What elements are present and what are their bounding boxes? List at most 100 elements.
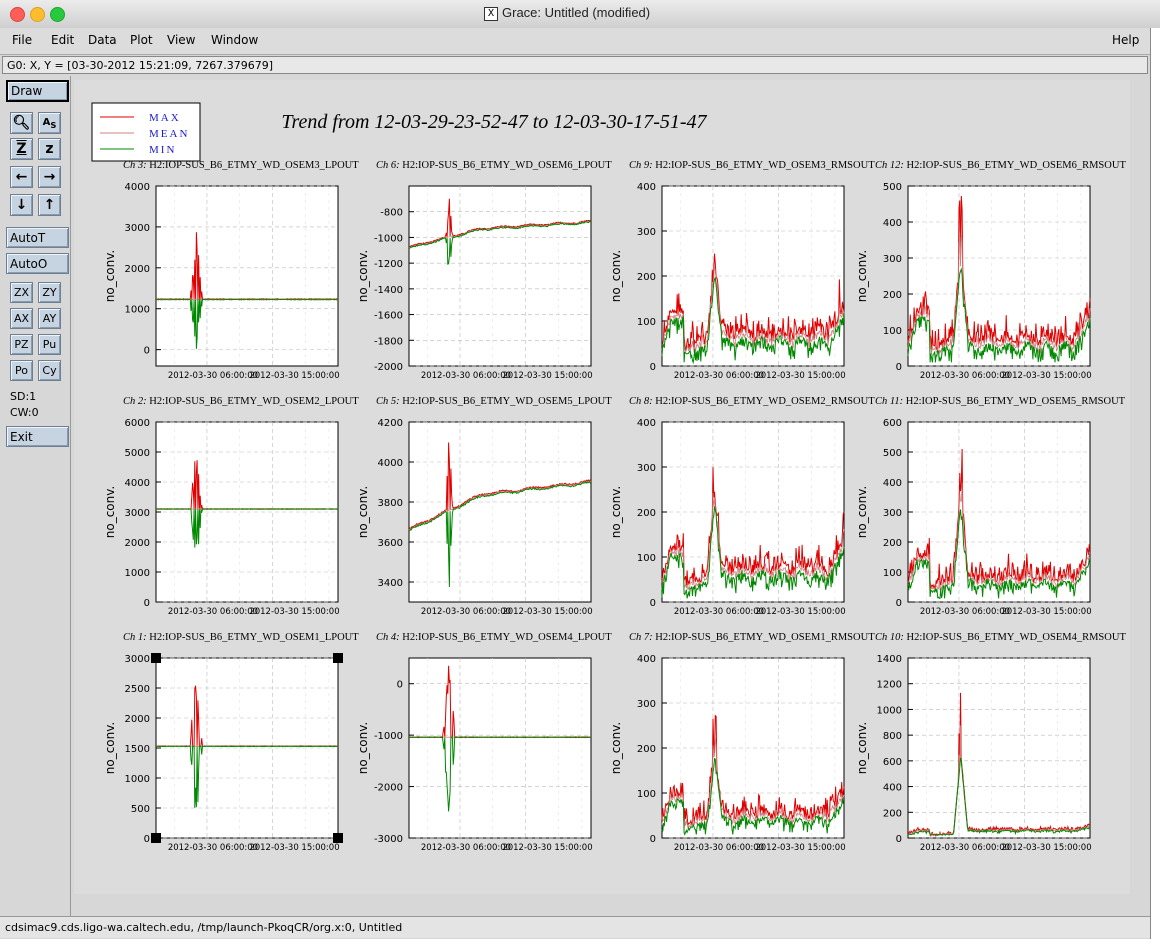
- menu-view[interactable]: View: [167, 33, 195, 47]
- graph-frame: [907, 657, 1091, 839]
- scroll-down-button[interactable]: ↓: [10, 194, 33, 216]
- scroll-up-button[interactable]: ↑: [38, 194, 61, 216]
- x-tick-label: 2012-03-30 15:00:00: [1001, 843, 1091, 853]
- y-tick-label: 200: [883, 290, 902, 301]
- autoscale-icon: AS: [42, 116, 57, 130]
- zy-button[interactable]: ZY: [38, 282, 61, 303]
- y-tick-label: 1000: [125, 305, 150, 316]
- x-tick-label: 2012-03-30 06:00:00: [168, 607, 258, 617]
- y-tick-label: -2000: [374, 783, 403, 794]
- y-tick-label: 2000: [125, 264, 150, 275]
- menu-bar: File Edit Data Plot View Window Help: [0, 28, 1150, 55]
- coordinate-readout: G0: X, Y = [03-30-2012 15:21:09, 7267.37…: [2, 56, 1148, 74]
- menu-edit[interactable]: Edit: [51, 33, 74, 47]
- y-tick-label: 800: [883, 731, 902, 742]
- left-arrow-icon: ←: [15, 169, 28, 185]
- y-axis-label: no_conv.: [609, 722, 623, 774]
- y-tick-label: 0: [650, 362, 656, 373]
- menu-plot[interactable]: Plot: [130, 33, 153, 47]
- y-tick-label: 200: [883, 808, 902, 819]
- y-tick-label: 4000: [125, 478, 150, 489]
- selection-handle[interactable]: [151, 653, 161, 663]
- y-tick-label: 5000: [125, 448, 150, 459]
- y-tick-label: 1400: [877, 654, 902, 665]
- y-tick-label: 3400: [378, 578, 403, 589]
- pz-button[interactable]: PZ: [10, 334, 33, 355]
- scroll-left-button[interactable]: ←: [10, 166, 33, 188]
- y-tick-label: 200: [637, 272, 656, 283]
- graph-title: Ch 3: H2:IOP-SUS_B6_ETMY_WD_OSEM3_LPOUT: [123, 160, 359, 171]
- zoom-button[interactable]: 🔍︎: [10, 112, 33, 134]
- y-tick-label: 1000: [125, 774, 150, 785]
- menu-help[interactable]: Help: [1112, 33, 1139, 47]
- plot-canvas[interactable]: MAX MEAN MIN Trend from 12-03-29-23-52-47 …: [74, 80, 1130, 894]
- graph-title: Ch 10: H2:IOP-SUS_B6_ETMY_WD_OSEM4_RMSOU…: [875, 632, 1126, 643]
- x-tick-label: 2012-03-30 06:00:00: [168, 371, 258, 381]
- po-button[interactable]: Po: [10, 360, 33, 381]
- y-tick-label: 600: [883, 418, 902, 429]
- x-tick-label: 2012-03-30 06:00:00: [920, 843, 1010, 853]
- y-tick-label: 3800: [378, 498, 403, 509]
- zoom-window-icon[interactable]: [50, 7, 65, 22]
- autoscale-button[interactable]: AS: [38, 112, 61, 134]
- plot-svg: MAX MEAN MIN Trend from 12-03-29-23-52-47 …: [91, 102, 1126, 853]
- ay-button[interactable]: AY: [38, 308, 61, 329]
- zoom-z-button[interactable]: Z: [10, 138, 33, 160]
- y-axis-label: no_conv.: [855, 722, 869, 774]
- cy-button[interactable]: Cy: [38, 360, 61, 381]
- y-tick-label: 1500: [125, 744, 150, 755]
- title-bar: X Grace: Untitled (modified): [0, 0, 1160, 29]
- x-tick-label: 2012-03-30 06:00:00: [168, 843, 258, 853]
- graph-4[interactable]: Ch 12: H2:IOP-SUS_B6_ETMY_WD_OSEM6_RMSOU…: [855, 160, 1126, 381]
- x-tick-label: 2012-03-30 06:00:00: [674, 371, 764, 381]
- selection-handle[interactable]: [333, 653, 343, 663]
- minimize-window-icon[interactable]: [30, 7, 45, 22]
- graph-11[interactable]: Ch 7: H2:IOP-SUS_B6_ETMY_WD_OSEM1_RMSOUT…: [609, 632, 875, 853]
- selection-handle[interactable]: [333, 833, 343, 843]
- y-tick-label: 100: [883, 326, 902, 337]
- y-tick-label: -1600: [374, 311, 403, 322]
- sd-label: SD:1: [10, 390, 37, 403]
- scroll-right-button[interactable]: →: [38, 166, 61, 188]
- graph-8[interactable]: Ch 11: H2:IOP-SUS_B6_ETMY_WD_OSEM5_RMSOU…: [855, 396, 1126, 617]
- exit-button[interactable]: Exit: [6, 426, 69, 447]
- zoom-out-z-button[interactable]: z: [38, 138, 61, 160]
- close-window-icon[interactable]: [10, 7, 25, 22]
- x-tick-label: 2012-03-30 06:00:00: [674, 843, 764, 853]
- legend-label-max: MAX: [149, 112, 181, 124]
- graph-5[interactable]: Ch 2: H2:IOP-SUS_B6_ETMY_WD_OSEM2_LPOUT 0…: [103, 396, 359, 617]
- status-bar: cdsimac9.cds.ligo-wa.caltech.edu, /tmp/l…: [0, 916, 1150, 938]
- y-axis-label: no_conv.: [103, 486, 117, 538]
- graph-2[interactable]: Ch 6: H2:IOP-SUS_B6_ETMY_WD_OSEM6_LPOUT -…: [356, 160, 612, 381]
- graph-3[interactable]: Ch 9: H2:IOP-SUS_B6_ETMY_WD_OSEM3_RMSOUT…: [609, 160, 875, 381]
- y-tick-label: 6000: [125, 418, 150, 429]
- y-axis-label: no_conv.: [356, 486, 370, 538]
- graph-frame: [408, 657, 592, 839]
- selection-handle[interactable]: [151, 833, 161, 843]
- autot-button[interactable]: AutoT: [6, 227, 69, 248]
- y-tick-label: 4200: [378, 418, 403, 429]
- x-tick-label: 2012-03-30 15:00:00: [502, 371, 592, 381]
- menu-data[interactable]: Data: [88, 33, 117, 47]
- y-tick-label: 0: [896, 362, 902, 373]
- y-tick-label: 100: [637, 317, 656, 328]
- graph-7[interactable]: Ch 8: H2:IOP-SUS_B6_ETMY_WD_OSEM2_RMSOUT…: [609, 396, 875, 617]
- zx-button[interactable]: ZX: [10, 282, 33, 303]
- y-tick-label: -1000: [374, 233, 403, 244]
- menu-window[interactable]: Window: [211, 33, 258, 47]
- ax-button[interactable]: AX: [10, 308, 33, 329]
- draw-button[interactable]: Draw: [6, 80, 69, 102]
- graph-10[interactable]: Ch 4: H2:IOP-SUS_B6_ETMY_WD_OSEM4_LPOUT -…: [356, 632, 612, 853]
- x-tick-label: 2012-03-30 15:00:00: [755, 607, 845, 617]
- y-axis-label: no_conv.: [356, 722, 370, 774]
- menu-file[interactable]: File: [12, 33, 32, 47]
- y-axis-label: no_conv.: [609, 486, 623, 538]
- graph-12[interactable]: Ch 10: H2:IOP-SUS_B6_ETMY_WD_OSEM4_RMSOU…: [855, 632, 1126, 853]
- graph-6[interactable]: Ch 5: H2:IOP-SUS_B6_ETMY_WD_OSEM5_LPOUT 3…: [356, 396, 612, 617]
- graph-1[interactable]: Ch 3: H2:IOP-SUS_B6_ETMY_WD_OSEM3_LPOUT 0…: [103, 160, 359, 381]
- y-tick-label: 3000: [125, 223, 150, 234]
- autoo-button[interactable]: AutoO: [6, 253, 69, 274]
- y-tick-label: 0: [144, 834, 150, 845]
- graph-9[interactable]: Ch 1: H2:IOP-SUS_B6_ETMY_WD_OSEM1_LPOUT 0…: [103, 632, 359, 853]
- pu-button[interactable]: Pu: [38, 334, 61, 355]
